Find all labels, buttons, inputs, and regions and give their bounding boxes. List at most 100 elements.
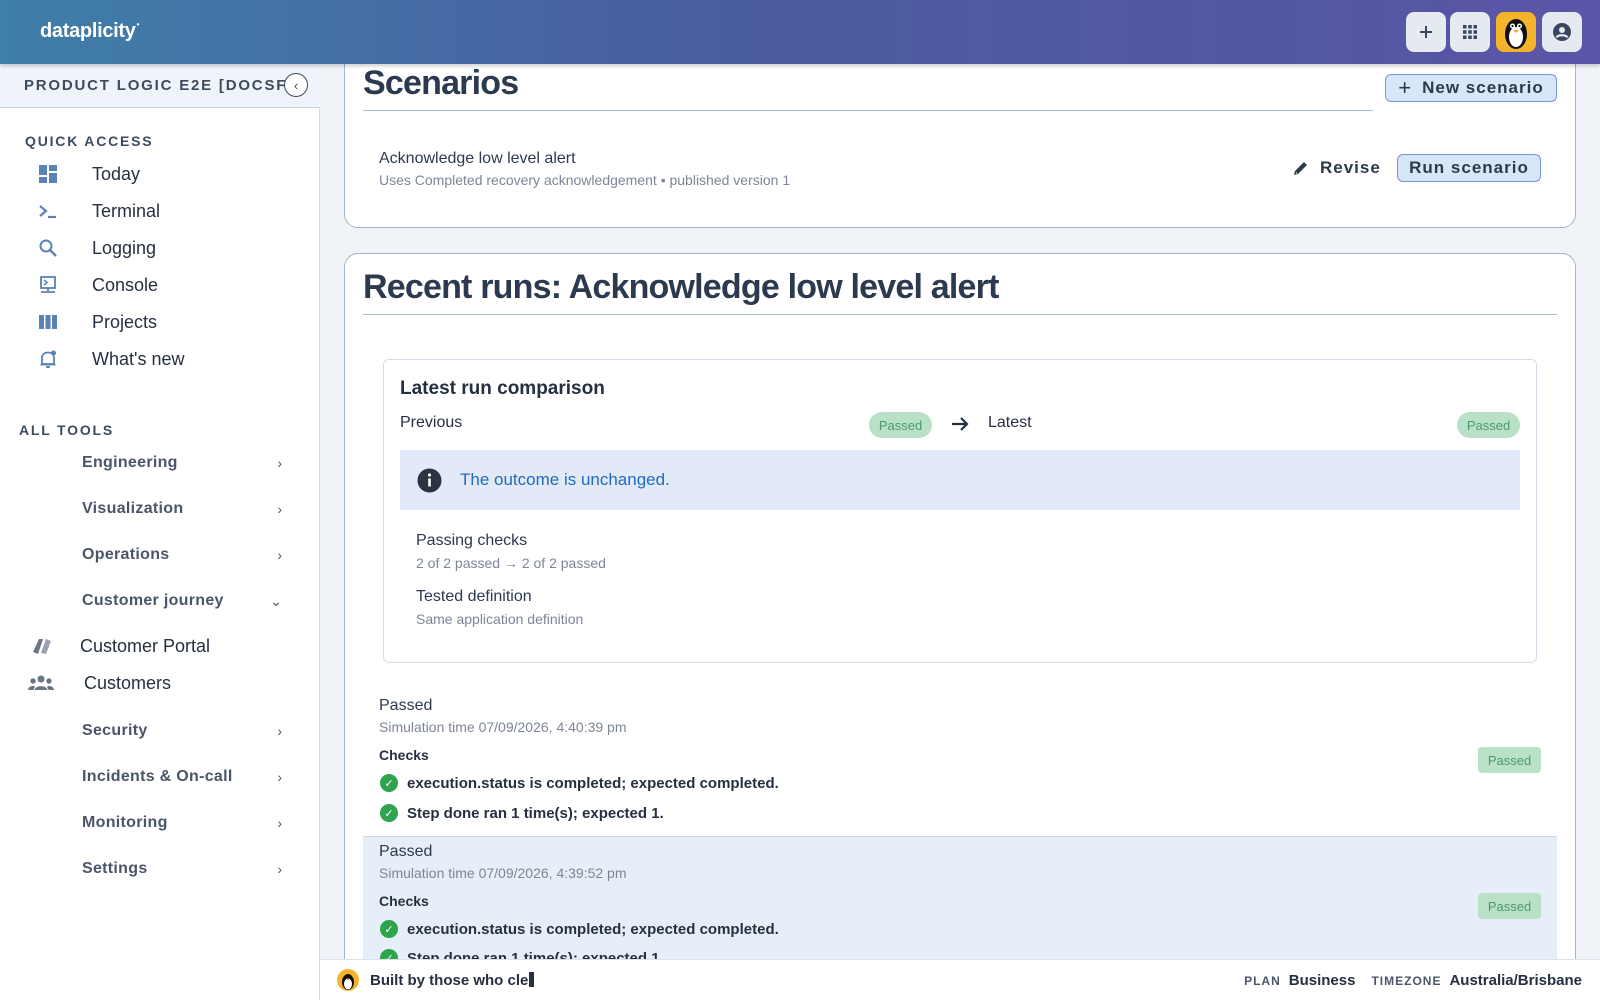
sidebar-item-projects[interactable]: Projects	[24, 304, 304, 340]
pencil-icon	[1294, 162, 1307, 175]
bell-icon	[40, 350, 56, 368]
people-icon	[28, 675, 54, 690]
account-button[interactable]	[1542, 12, 1582, 52]
scenarios-card	[344, 40, 1576, 228]
sidebar-item-today[interactable]: Today	[24, 156, 304, 192]
passing-checks-value: 2 of 2 passed → 2 of 2 passed	[416, 555, 606, 571]
run-status: Passed	[379, 843, 433, 860]
top-bar: dataplicity•	[0, 0, 1600, 64]
comparison-title: Latest run comparison	[400, 378, 605, 399]
penguin-avatar-icon	[1505, 19, 1527, 49]
tested-definition-value: Same application definition	[416, 611, 584, 627]
sidebar-item-label: Terminal	[92, 200, 161, 221]
collapse-sidebar-button[interactable]: ‹	[284, 73, 308, 97]
account-icon	[1553, 23, 1571, 41]
tool-group-label: Incidents & On-call	[82, 768, 233, 785]
footer-bar: Built by those who cle PLAN Business TIM…	[320, 959, 1600, 1000]
sidebar-item-label: Customers	[84, 672, 172, 693]
tool-group-label: Engineering	[82, 454, 178, 471]
check-circle-icon: ✓	[380, 804, 398, 822]
outcome-info-text: The outcome is unchanged.	[460, 470, 670, 489]
timezone-value: Australia/Brisbane	[1449, 972, 1582, 989]
chevron-right-icon: ›	[277, 861, 282, 877]
run-scenario-label: Run scenario	[1409, 158, 1529, 177]
terminal-icon	[39, 205, 56, 219]
apps-button[interactable]	[1450, 12, 1490, 52]
penguin-avatar-button[interactable]	[1496, 12, 1536, 52]
previous-status-badge: Passed	[869, 412, 932, 438]
sidebar-item-label: What's new	[92, 348, 185, 369]
tag-icon	[33, 639, 51, 654]
new-scenario-button[interactable]: + New scenario	[1385, 74, 1557, 102]
new-scenario-label: New scenario	[1422, 78, 1544, 97]
footer-tagline: Built by those who cle	[370, 972, 535, 989]
chevron-left-icon: ‹	[293, 77, 299, 93]
chevron-right-icon: ›	[277, 815, 282, 831]
check-circle-icon: ✓	[380, 774, 398, 792]
tool-group-label: Customer journey	[82, 592, 224, 609]
tool-group-label: Visualization	[82, 500, 184, 517]
tested-definition-label: Tested definition	[416, 588, 532, 605]
run-status-tag: Passed	[1478, 893, 1541, 919]
chevron-right-icon: ›	[277, 769, 282, 785]
sidebar-item-customer-portal[interactable]: Customer Portal	[28, 628, 308, 664]
tool-group-operations[interactable]: Operations ›	[82, 540, 282, 570]
brand-logo[interactable]: dataplicity•	[40, 20, 139, 43]
tool-group-security[interactable]: Security ›	[82, 716, 282, 746]
tool-group-monitoring[interactable]: Monitoring ›	[82, 808, 282, 838]
checks-heading: Checks	[379, 747, 429, 763]
scenarios-title-rule	[363, 110, 1373, 111]
arrow-right-icon	[950, 412, 970, 441]
recent-runs-title-rule	[363, 314, 1557, 315]
tagline-text: Built by those who cle	[370, 972, 529, 989]
sidebar-item-label: Customer Portal	[80, 635, 211, 656]
latest-label: Latest	[988, 414, 1032, 431]
tool-group-customer-journey[interactable]: Customer journey ⌄	[82, 586, 282, 616]
console-icon	[40, 276, 56, 293]
previous-label: Previous	[400, 414, 463, 431]
chevron-right-icon: ›	[277, 547, 282, 563]
chevron-right-icon: ›	[277, 723, 282, 739]
dashboard-icon	[39, 165, 57, 183]
chevron-down-icon: ⌄	[270, 592, 282, 609]
sidebar-item-customers[interactable]: Customers	[28, 665, 308, 701]
info-icon	[417, 468, 442, 498]
sidebar-item-console[interactable]: Console	[24, 267, 304, 303]
sidebar-item-terminal[interactable]: Terminal	[24, 193, 304, 229]
tool-group-label: Security	[82, 722, 148, 739]
sidebar-item-logging[interactable]: Logging	[24, 230, 304, 266]
scenario-meta: Uses Completed recovery acknowledgement …	[379, 172, 791, 188]
plus-icon: +	[1398, 75, 1413, 100]
check-text: execution.status is completed; expected …	[407, 921, 779, 938]
text-cursor	[529, 972, 535, 987]
plan-label: PLAN	[1244, 974, 1281, 988]
all-tools-heading: ALL TOOLS	[19, 422, 115, 438]
project-selector[interactable]: PRODUCT LOGIC E2E [DOCSFIN ‹	[0, 64, 320, 108]
tool-group-label: Settings	[82, 860, 148, 877]
sidebar-item-label: Today	[92, 163, 141, 184]
sidebar: PRODUCT LOGIC E2E [DOCSFIN ‹ QUICK ACCES…	[0, 64, 320, 1000]
plus-icon	[1420, 26, 1432, 38]
penguin-logo-icon	[337, 969, 359, 991]
run-time: Simulation time 07/09/2026, 4:39:52 pm	[379, 865, 627, 881]
run-row-selected[interactable]	[363, 836, 1557, 960]
sidebar-item-label: Projects	[92, 311, 158, 332]
search-icon	[39, 239, 57, 257]
tool-group-label: Monitoring	[82, 814, 168, 831]
project-name: PRODUCT LOGIC E2E [DOCSFIN	[24, 77, 286, 94]
quick-access-heading: QUICK ACCESS	[25, 133, 154, 149]
tool-group-engineering[interactable]: Engineering ›	[82, 448, 282, 478]
checks-heading: Checks	[379, 893, 429, 909]
run-scenario-button[interactable]: Run scenario	[1397, 154, 1541, 182]
run-time: Simulation time 07/09/2026, 4:40:39 pm	[379, 719, 627, 735]
sidebar-item-label: Logging	[92, 237, 157, 258]
projects-icon	[39, 315, 57, 329]
tool-group-visualization[interactable]: Visualization ›	[82, 494, 282, 524]
grid-icon	[1463, 25, 1477, 39]
add-button[interactable]	[1406, 12, 1446, 52]
revise-button[interactable]: Revise	[1292, 157, 1381, 179]
tool-group-settings[interactable]: Settings ›	[82, 854, 282, 884]
tool-group-incidents[interactable]: Incidents & On-call ›	[82, 762, 282, 792]
sidebar-item-whats-new[interactable]: What's new	[24, 341, 304, 377]
latest-status-badge: Passed	[1457, 412, 1520, 438]
